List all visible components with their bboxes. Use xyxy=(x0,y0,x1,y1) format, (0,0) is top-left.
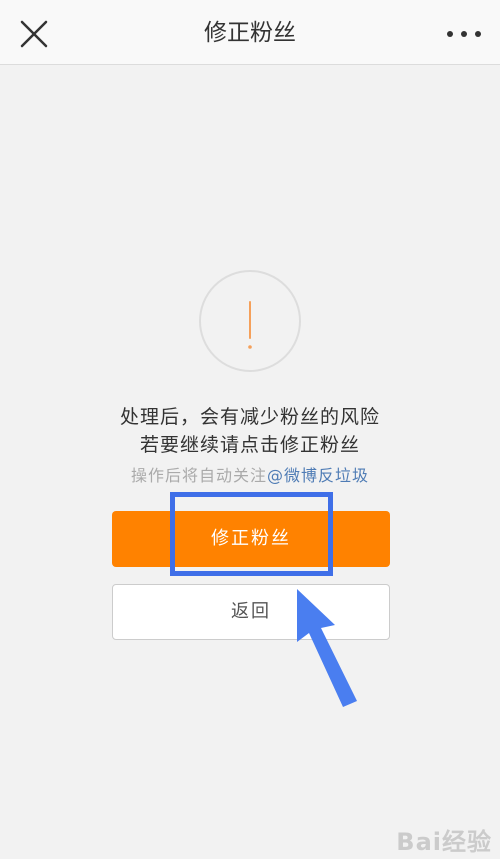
more-options-button[interactable] xyxy=(442,18,486,50)
auto-follow-text: 操作后将自动关注 xyxy=(130,466,267,485)
weibo-antispam-link[interactable]: @微博反垃圾 xyxy=(267,466,369,485)
exclamation-icon xyxy=(248,301,252,349)
warning-message-line1: 处理后，会有减少粉丝的风险 xyxy=(119,406,380,428)
auto-follow-notice: 操作后将自动关注@微博反垃圾 xyxy=(0,462,500,486)
warning-message-line2: 若要继续请点击修正粉丝 xyxy=(139,434,360,456)
warning-circle xyxy=(199,270,301,372)
back-button[interactable]: 返回 xyxy=(112,584,390,640)
watermark: Bai经验 xyxy=(396,828,492,856)
more-icon xyxy=(447,31,481,37)
top-navigation-bar: 修正粉丝 xyxy=(0,0,500,65)
page-title: 修正粉丝 xyxy=(204,20,296,46)
fix-followers-button[interactable]: 修正粉丝 xyxy=(112,511,390,567)
